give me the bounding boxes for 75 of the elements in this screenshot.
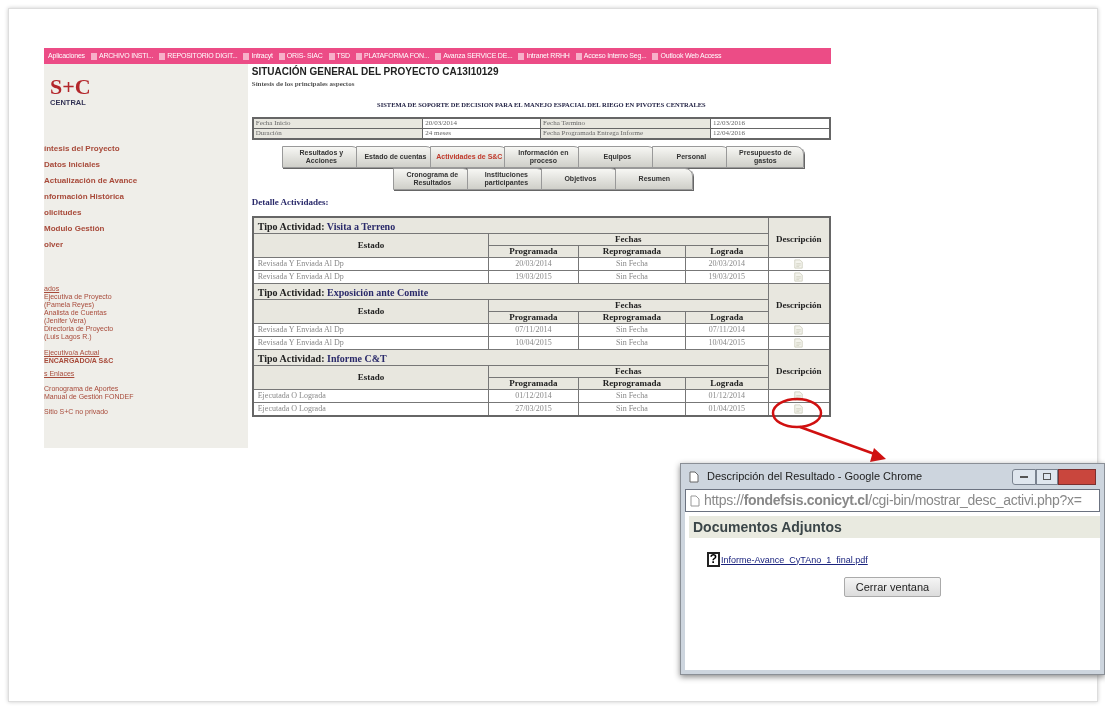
sidebar-link[interactable]: olicitudes xyxy=(44,207,248,219)
page-icon xyxy=(690,494,700,507)
column-header: Estado xyxy=(357,305,385,316)
column-header: Descripción xyxy=(776,366,822,377)
table-cell: 01/12/2014 xyxy=(708,390,746,400)
window-title: Descripción del Resultado - Google Chrome xyxy=(707,469,923,485)
table-cell: 10/04/2015 xyxy=(708,337,746,347)
table-cell: Revisada Y Enviada Al Dp xyxy=(257,271,344,281)
sidebar-link[interactable]: nformación Histórica xyxy=(44,191,248,203)
table-cell: Sin Fecha xyxy=(615,390,648,400)
section-heading: Detalle Actividades: xyxy=(251,196,330,210)
url-text: https://fondefsis.conicyt.cl/cgi-bin/mostrar_desc_activi.php?x= xyxy=(704,491,1082,510)
maximize-icon[interactable] xyxy=(1036,468,1058,485)
column-header: Estado xyxy=(357,371,385,382)
page-icon xyxy=(689,470,699,483)
sidebar-link[interactable]: Datos Iniciales xyxy=(44,159,248,171)
table-cell: Revisada Y Enviada Al Dp xyxy=(257,258,344,268)
page-icon xyxy=(518,52,525,60)
table-cell: 07/11/2014 xyxy=(708,324,745,334)
table-cell: Sin Fecha xyxy=(615,324,648,334)
table-cell: Sin Fecha xyxy=(615,271,648,281)
page-icon xyxy=(355,52,362,60)
column-header: Programada xyxy=(509,311,558,322)
table-cell: Revisada Y Enviada Al Dp xyxy=(257,337,344,347)
column-header: Fechas xyxy=(615,233,642,244)
column-header: Programada xyxy=(509,377,558,388)
section-header: Documentos Adjuntos xyxy=(689,516,1100,538)
page-icon xyxy=(328,52,335,60)
column-header: Descripción xyxy=(776,234,822,245)
table-cell: Ejecutada O Lograda xyxy=(257,403,326,413)
sidebar-link[interactable]: olver xyxy=(44,239,248,251)
page-icon xyxy=(575,52,582,60)
column-header: Lograda xyxy=(710,245,744,256)
table-cell: Ejecutada O Lograda xyxy=(257,390,326,400)
column-header: Reprogramada xyxy=(602,311,662,322)
column-header: Fechas xyxy=(615,365,642,376)
page-icon xyxy=(435,52,442,60)
table-cell: Sin Fecha xyxy=(615,258,648,268)
table-cell: 19/03/2015 xyxy=(708,271,746,281)
column-header: Estado xyxy=(357,239,385,250)
table-cell: 01/12/2014 xyxy=(515,390,552,400)
table-cell: 27/03/2015 xyxy=(515,403,552,413)
activity-type-heading: Tipo Actividad: Exposición ante Comite xyxy=(257,286,429,298)
document-icon[interactable] xyxy=(794,390,804,401)
table-cell: 20/03/2014 xyxy=(708,258,746,268)
column-header: Descripción xyxy=(776,300,822,311)
unknown-file-icon: ? xyxy=(707,552,720,567)
table-cell: 07/11/2014 xyxy=(515,324,552,334)
page-icon xyxy=(243,52,250,60)
column-header: Fechas xyxy=(615,299,642,310)
table-cell: Sin Fecha xyxy=(615,337,648,347)
close-window-button[interactable]: Cerrar ventana xyxy=(844,577,941,597)
table-cell: 20/03/2014 xyxy=(515,258,552,268)
sidebar-link[interactable]: Actualización de Avance xyxy=(44,175,248,187)
page-icon xyxy=(652,52,659,60)
column-header: Lograda xyxy=(710,377,744,388)
minimize-icon[interactable] xyxy=(1012,468,1036,485)
table-cell: 19/03/2015 xyxy=(515,271,552,281)
column-header: Lograda xyxy=(710,311,744,322)
table-cell: 01/04/2015 xyxy=(708,403,746,413)
page-title: SITUACIÓN GENERAL DEL PROYECTO CA13I10129 xyxy=(251,64,500,79)
activity-type-heading: Tipo Actividad: Visita a Terreno xyxy=(257,220,396,232)
column-header: Reprogramada xyxy=(602,245,662,256)
column-header: Reprogramada xyxy=(602,377,662,388)
table-cell: 10/04/2015 xyxy=(515,337,552,347)
table-cell: Revisada Y Enviada Al Dp xyxy=(257,324,344,334)
table-cell: Sin Fecha xyxy=(615,403,648,413)
column-header: Programada xyxy=(509,245,558,256)
sidebar-link[interactable]: íntesis del Proyecto xyxy=(44,143,248,155)
sidebar-link[interactable]: Modulo Gestión xyxy=(44,223,248,235)
file-link[interactable]: Informe-Avance_CyTAno_1_final.pdf xyxy=(721,553,868,567)
activity-type-heading: Tipo Actividad: Informe C&T xyxy=(257,352,387,364)
page-icon xyxy=(90,52,97,60)
page-icon xyxy=(159,52,166,60)
page-icon xyxy=(278,52,285,60)
